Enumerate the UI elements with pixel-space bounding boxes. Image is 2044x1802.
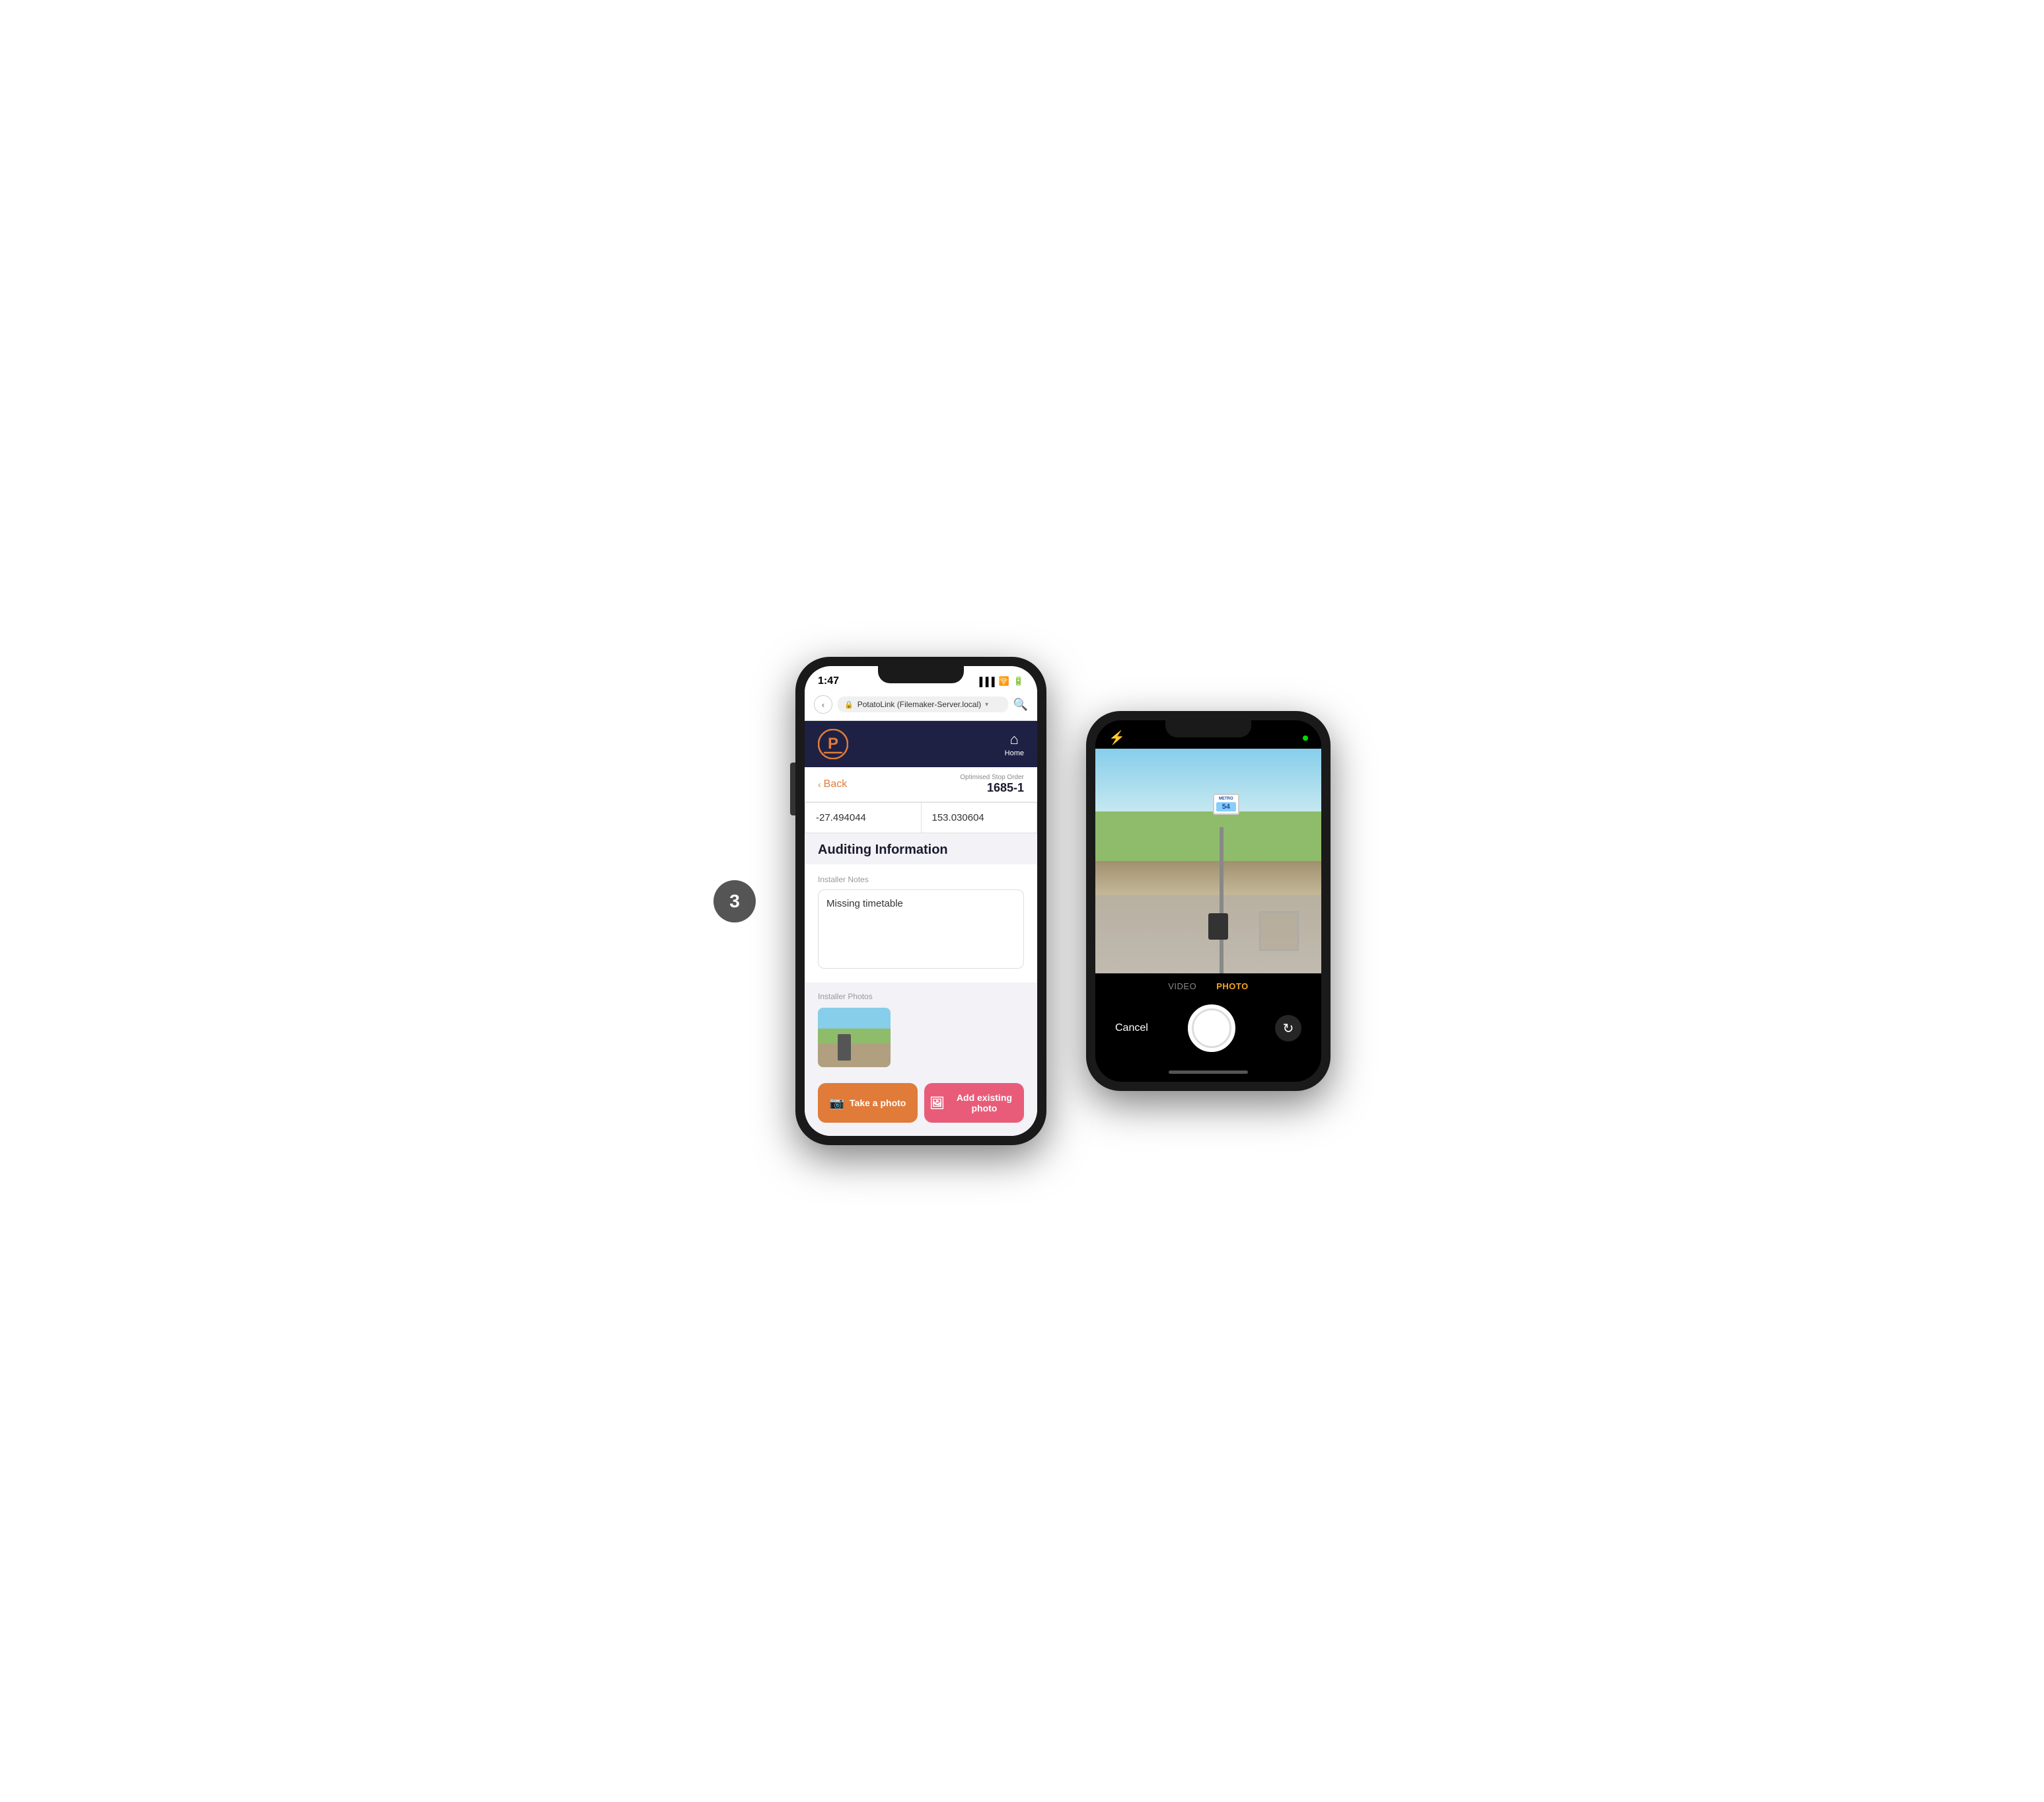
home-bar — [1169, 1070, 1248, 1074]
action-buttons-row: 📷 Take a photo 🖼 Add existing photo — [805, 1074, 1037, 1136]
url-chevron-icon: ▾ — [985, 701, 988, 708]
home-label: Home — [1005, 749, 1024, 757]
order-info: Optimised Stop Order 1685-1 — [960, 774, 1024, 795]
svg-text:P: P — [828, 735, 838, 753]
logo-svg: P — [818, 729, 848, 759]
app-header: P ⌂ Home — [805, 721, 1037, 767]
bus-stop-pole — [1220, 827, 1223, 973]
phone-left: 1:47 ▐▐▐ 🛜 🔋 ‹ 🔒 PotatoLink (Filemaker-S… — [795, 657, 1046, 1145]
photo-thumbnail[interactable] — [818, 1008, 891, 1067]
camera-mode-video[interactable]: VIDEO — [1168, 981, 1196, 991]
flash-icon[interactable]: ⚡ — [1109, 730, 1125, 746]
step-badge: 3 — [713, 880, 756, 922]
camera-viewfinder: METRO 54 — [1095, 749, 1321, 973]
longitude-field[interactable]: 153.030604 — [921, 802, 1038, 833]
metro-sign-label: METRO — [1216, 797, 1236, 801]
flip-camera-button[interactable]: ↻ — [1275, 1015, 1301, 1041]
installer-photos-section: Installer Photos — [805, 983, 1037, 1074]
notch-left — [878, 666, 964, 683]
camera-cancel-button[interactable]: Cancel — [1115, 1022, 1148, 1034]
photo-image — [818, 1008, 891, 1067]
take-photo-button[interactable]: 📷 Take a photo — [818, 1083, 918, 1123]
camera-controls-row: Cancel ↻ — [1095, 995, 1321, 1065]
screen-right: ⚡ METRO 54 VIDEO PHOTO — [1095, 720, 1321, 1082]
installer-photos-label: Installer Photos — [818, 992, 1024, 1001]
back-label: Back — [824, 778, 848, 790]
order-value: 1685-1 — [960, 781, 1024, 795]
coordinates-row: -27.494044 153.030604 — [805, 802, 1037, 833]
battery-icon: 🔋 — [1013, 676, 1024, 687]
browser-back-button[interactable]: ‹ — [814, 695, 832, 714]
side-button — [790, 763, 795, 815]
lock-icon: 🔒 — [844, 700, 854, 709]
url-field[interactable]: 🔒 PotatoLink (Filemaker-Server.local) ▾ — [838, 696, 1008, 712]
installer-notes-section: Installer Notes Missing timetable — [805, 864, 1037, 983]
camera-mode-bar: VIDEO PHOTO — [1095, 973, 1321, 995]
auditing-section-header: Auditing Information — [805, 833, 1037, 864]
wifi-icon: 🛜 — [999, 676, 1009, 687]
trash-can — [1208, 913, 1228, 940]
shutter-button[interactable] — [1188, 1004, 1235, 1052]
url-text: PotatoLink (Filemaker-Server.local) — [858, 700, 981, 709]
metro-sign: METRO 54 — [1213, 794, 1239, 815]
time-display: 1:47 — [818, 675, 839, 687]
bus-shelter — [1259, 911, 1299, 951]
status-icons: ▐▐▐ 🛜 🔋 — [976, 676, 1024, 687]
back-button[interactable]: ‹ Back — [818, 778, 847, 790]
home-indicator — [1095, 1065, 1321, 1082]
installer-notes-input[interactable]: Missing timetable — [818, 889, 1024, 969]
camera-scene: METRO 54 — [1095, 749, 1321, 973]
url-bar: ‹ 🔒 PotatoLink (Filemaker-Server.local) … — [805, 691, 1037, 721]
home-button[interactable]: ⌂ Home — [1005, 731, 1024, 757]
take-photo-label: Take a photo — [850, 1098, 906, 1108]
signal-icon: ▐▐▐ — [976, 677, 995, 687]
app-logo: P — [818, 729, 848, 759]
camera-active-indicator — [1303, 735, 1308, 741]
notch-right — [1165, 720, 1251, 737]
phone-right: ⚡ METRO 54 VIDEO PHOTO — [1086, 711, 1331, 1091]
screen-left: 1:47 ▐▐▐ 🛜 🔋 ‹ 🔒 PotatoLink (Filemaker-S… — [805, 666, 1037, 1136]
flip-icon: ↻ — [1283, 1020, 1294, 1037]
installer-notes-label: Installer Notes — [818, 875, 1024, 884]
shutter-inner — [1192, 1008, 1231, 1048]
home-icon: ⌂ — [1010, 731, 1019, 748]
latitude-field[interactable]: -27.494044 — [805, 802, 921, 833]
back-arrow-icon: ‹ — [822, 700, 824, 710]
back-chevron-icon: ‹ — [818, 779, 821, 790]
bus-number: 54 — [1216, 802, 1236, 811]
camera-mode-photo[interactable]: PHOTO — [1216, 981, 1249, 991]
search-button[interactable]: 🔍 — [1013, 698, 1028, 712]
scene: 3 1:47 ▐▐▐ 🛜 🔋 ‹ 🔒 Potat — [713, 657, 1331, 1145]
nav-row: ‹ Back Optimised Stop Order 1685-1 — [805, 767, 1037, 802]
add-existing-photo-button[interactable]: 🖼 Add existing photo — [924, 1083, 1024, 1123]
gallery-icon: 🖼 — [930, 1096, 945, 1110]
auditing-title: Auditing Information — [818, 843, 1024, 858]
order-label: Optimised Stop Order — [960, 774, 1024, 781]
add-existing-label: Add existing photo — [950, 1092, 1019, 1113]
camera-icon: 📷 — [830, 1096, 844, 1110]
